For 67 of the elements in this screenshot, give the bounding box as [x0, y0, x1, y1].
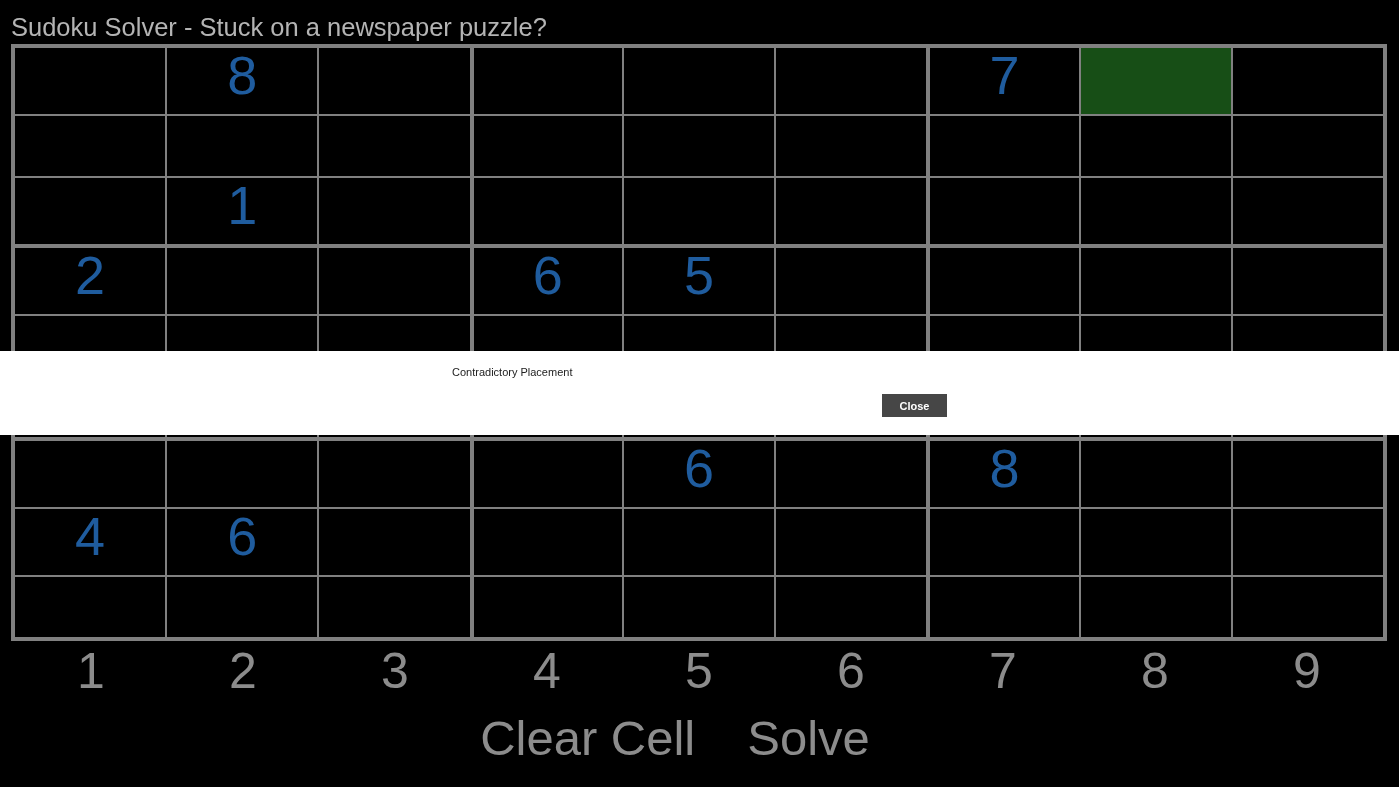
- sudoku-cell[interactable]: [1080, 48, 1231, 114]
- sudoku-cell[interactable]: [776, 116, 927, 176]
- sudoku-cell[interactable]: [776, 48, 927, 114]
- sudoku-cell[interactable]: [167, 116, 318, 176]
- sudoku-cell[interactable]: [319, 247, 470, 314]
- sudoku-cell[interactable]: [623, 577, 775, 637]
- sudoku-cell[interactable]: [167, 577, 318, 637]
- sudoku-cell[interactable]: [1080, 441, 1231, 508]
- sudoku-cell[interactable]: [930, 577, 1079, 637]
- sudoku-cell[interactable]: [15, 48, 166, 114]
- digit-button[interactable]: 6: [831, 642, 871, 700]
- sudoku-cell[interactable]: [776, 247, 927, 314]
- sudoku-cell[interactable]: [1080, 247, 1231, 314]
- dialog-message: Contradictory Placement: [452, 365, 573, 379]
- sudoku-cell[interactable]: [776, 177, 927, 244]
- sudoku-cell[interactable]: [1232, 247, 1383, 314]
- digit-button[interactable]: 3: [375, 642, 415, 700]
- sudoku-cell[interactable]: [776, 577, 927, 637]
- sudoku-cell[interactable]: [1080, 509, 1231, 576]
- sudoku-cell[interactable]: [319, 577, 470, 637]
- sudoku-cell[interactable]: [623, 48, 775, 114]
- action-button[interactable]: Solve: [743, 708, 874, 768]
- sudoku-cell[interactable]: [1232, 116, 1383, 176]
- sudoku-cell[interactable]: [623, 116, 775, 176]
- sudoku-cell[interactable]: [319, 177, 470, 244]
- sudoku-cell[interactable]: [15, 577, 166, 637]
- sudoku-cell[interactable]: [930, 116, 1079, 176]
- sudoku-cell[interactable]: [1232, 577, 1383, 637]
- sudoku-cell[interactable]: [15, 177, 166, 244]
- digit-button[interactable]: 4: [527, 642, 567, 700]
- sudoku-cell[interactable]: [15, 441, 166, 508]
- close-button[interactable]: Close: [882, 394, 947, 417]
- action-button[interactable]: Clear Cell: [476, 708, 700, 768]
- sudoku-cell[interactable]: [167, 247, 318, 314]
- sudoku-cell[interactable]: [473, 48, 622, 114]
- sudoku-cell[interactable]: [473, 116, 622, 176]
- digit-button[interactable]: 5: [679, 642, 719, 700]
- sudoku-cell[interactable]: [319, 509, 470, 576]
- sudoku-cell[interactable]: [776, 509, 927, 576]
- digit-button[interactable]: 7: [983, 642, 1023, 700]
- sudoku-cell[interactable]: [319, 441, 470, 508]
- sudoku-cell[interactable]: [1232, 509, 1383, 576]
- sudoku-cell[interactable]: [776, 441, 927, 508]
- digit-button[interactable]: 2: [223, 642, 263, 700]
- digit-button[interactable]: 9: [1287, 642, 1327, 700]
- sudoku-cell[interactable]: [473, 177, 622, 244]
- sudoku-cell[interactable]: [473, 577, 622, 637]
- sudoku-cell[interactable]: [1080, 577, 1231, 637]
- sudoku-cell[interactable]: [1080, 116, 1231, 176]
- sudoku-cell[interactable]: [319, 116, 470, 176]
- sudoku-cell[interactable]: [15, 116, 166, 176]
- sudoku-cell[interactable]: [1232, 441, 1383, 508]
- sudoku-cell[interactable]: [1232, 48, 1383, 114]
- digit-button[interactable]: 8: [1135, 642, 1175, 700]
- sudoku-cell[interactable]: [930, 509, 1079, 576]
- digit-button[interactable]: 1: [71, 642, 111, 700]
- sudoku-cell[interactable]: [167, 441, 318, 508]
- sudoku-cell[interactable]: [1080, 177, 1231, 244]
- sudoku-cell[interactable]: [623, 509, 775, 576]
- sudoku-cell[interactable]: [623, 177, 775, 244]
- sudoku-cell[interactable]: [930, 177, 1079, 244]
- sudoku-cell[interactable]: [319, 48, 470, 114]
- sudoku-cell[interactable]: [473, 509, 622, 576]
- window-title: Sudoku Solver - Stuck on a newspaper puzzle?: [11, 12, 547, 42]
- sudoku-cell[interactable]: [930, 247, 1079, 314]
- sudoku-cell[interactable]: [1232, 177, 1383, 244]
- sudoku-cell[interactable]: [473, 441, 622, 508]
